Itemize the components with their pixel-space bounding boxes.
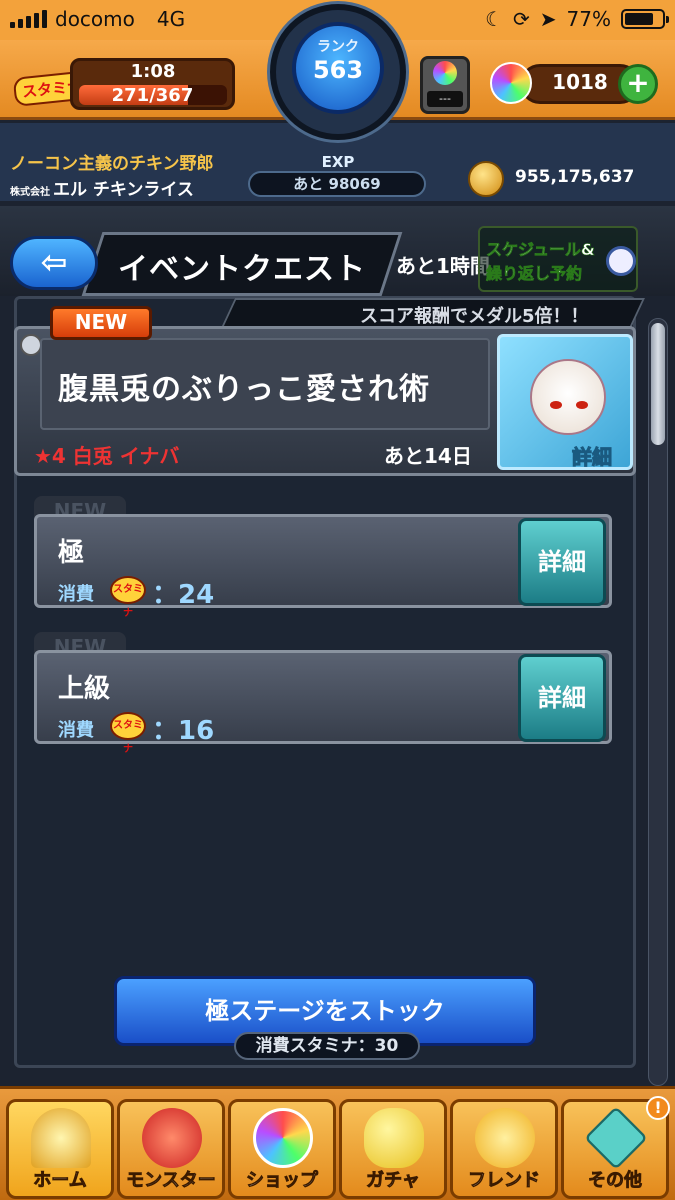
rank-value: 563	[312, 56, 364, 84]
capsule-orb-icon	[433, 61, 457, 85]
nav-monster-label: モンスター	[126, 1170, 216, 1192]
nav-other-label: その他	[588, 1170, 643, 1192]
portrait-detail-label: 詳細	[572, 445, 613, 469]
rank-label: ランク	[317, 39, 359, 55]
quest-monster: ★4 白兎 イナバ	[34, 444, 180, 468]
title-bar: ⇦ イベントクエスト あと1時間 スケジュール& 繰り返し予約	[0, 206, 675, 296]
monster-icon	[142, 1108, 202, 1168]
stamina-icon: スタミナ	[110, 712, 146, 755]
quest-portrait[interactable]: 詳細	[497, 334, 633, 470]
capsule-icon[interactable]: ---	[420, 56, 470, 114]
nav-gacha-label: ガチャ	[366, 1170, 421, 1192]
nav-other[interactable]: その他 !	[561, 1096, 670, 1199]
nav-friend[interactable]: フレンド	[450, 1099, 558, 1199]
stamina-gauge[interactable]: 1:08 271/367	[70, 58, 235, 110]
rank-orb: ランク 563	[292, 22, 384, 114]
friends-icon	[475, 1108, 535, 1168]
rank-badge[interactable]: ランク 563	[270, 4, 406, 140]
event-remaining-time: あと1時間	[396, 254, 490, 278]
nav-home[interactable]: ホーム	[6, 1099, 114, 1199]
rivet-icon	[20, 334, 42, 356]
stage-detail-button[interactable]: 詳細	[518, 654, 606, 742]
nav-gacha[interactable]: ガチャ	[339, 1099, 447, 1199]
exp-label: EXP	[321, 153, 355, 171]
quest-remaining: あと14日	[384, 444, 472, 468]
company-name: エル チキンライス	[53, 180, 194, 200]
alert-badge: !	[646, 1096, 670, 1120]
schedule-button[interactable]: スケジュール& 繰り返し予約	[478, 226, 638, 292]
repeat-reservation-label: 繰り返し予約	[486, 264, 583, 284]
stage-detail-button[interactable]: 詳細	[518, 518, 606, 606]
back-arrow-icon: ⇦	[40, 243, 68, 281]
coin-count: 955,175,637	[515, 167, 635, 187]
nav-shop[interactable]: ショップ	[228, 1099, 336, 1199]
rotation-lock-icon: ⟳	[513, 7, 530, 31]
other-icon	[584, 1106, 648, 1170]
stage-consume-label: 消費	[58, 720, 94, 741]
exp-remaining: あと 98069	[248, 171, 426, 197]
page-title: イベントクエスト	[118, 252, 366, 287]
nav-shop-label: ショップ	[246, 1170, 319, 1192]
score-banner-text: スコア報酬でメダル5倍！！	[360, 306, 589, 327]
nav-monster[interactable]: モンスター	[117, 1099, 225, 1199]
stage-cost: ：16	[152, 716, 215, 746]
rabbit-monster-icon	[530, 359, 606, 435]
capsule-value: ---	[427, 91, 463, 107]
stage-consume-label: 消費	[58, 584, 94, 605]
nav-friend-label: フレンド	[468, 1170, 541, 1192]
new-badge: NEW	[50, 306, 152, 340]
stage-name: 極	[58, 538, 85, 568]
orb-shop-icon	[253, 1108, 313, 1168]
scroll-thumb[interactable]	[651, 323, 665, 445]
buy-orb-button[interactable]: +	[618, 64, 658, 104]
schedule-label: スケジュール&	[486, 240, 595, 260]
battery-icon	[621, 9, 669, 29]
stamina-count: 271/367	[111, 85, 194, 106]
moon-icon: ☾	[485, 7, 504, 31]
scrollbar[interactable]	[648, 318, 668, 1086]
bottom-nav: ホーム モンスター ショップ ガチャ フレンド その他 !	[0, 1086, 675, 1200]
battery-percent: 77%	[566, 7, 611, 31]
orb-icon	[490, 62, 532, 104]
gacha-egg-icon	[364, 1108, 424, 1168]
clock-icon	[606, 246, 636, 276]
home-gate-icon	[31, 1108, 91, 1168]
back-button[interactable]: ⇦	[10, 236, 98, 290]
coin-icon	[468, 161, 504, 197]
company-prefix: 株式会社	[10, 187, 50, 198]
stock-stamina-cost: 消費スタミナ：30	[234, 1032, 420, 1060]
quest-title: 腹黒兎のぶりっこ愛され術	[58, 372, 430, 407]
stamina-icon: スタミナ	[110, 576, 146, 619]
stage-cost: ：24	[152, 580, 215, 610]
stage-name: 上級	[58, 674, 111, 704]
location-icon: ➤	[539, 7, 557, 31]
player-name: ノーコン主義のチキン野郎	[10, 154, 214, 174]
player-company: 株式会社 エル チキンライス	[10, 175, 194, 200]
stamina-timer: 1:08	[130, 61, 176, 82]
orb-count: 1018	[552, 70, 608, 94]
nav-home-label: ホーム	[33, 1170, 87, 1192]
